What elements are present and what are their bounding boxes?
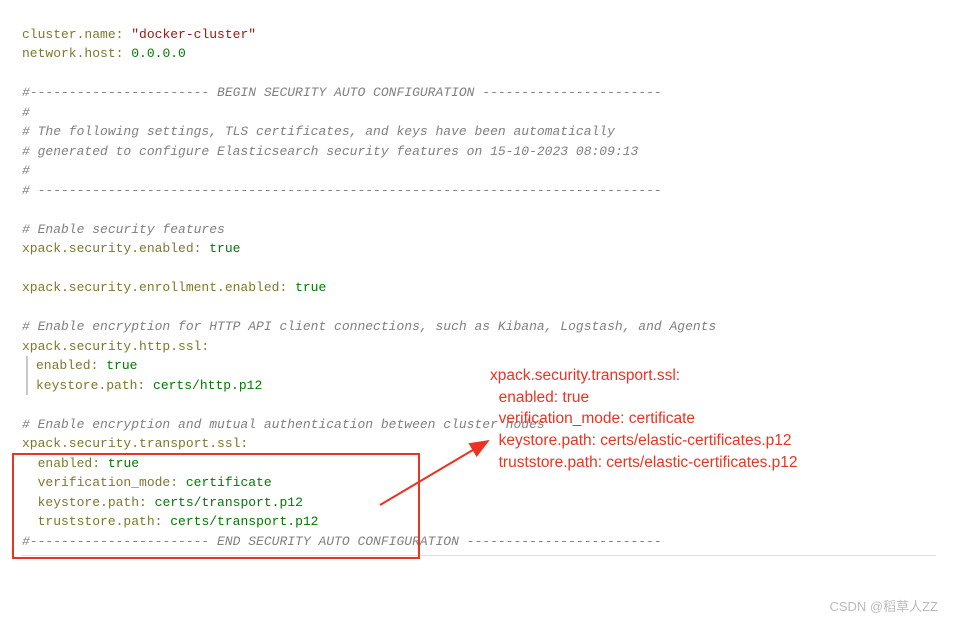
http-ssl-key: xpack.security.http.ssl: bbox=[22, 339, 209, 354]
http-keystore-key: keystore.path: bbox=[36, 378, 145, 393]
comment-desc1: # The following settings, TLS certificat… bbox=[22, 124, 615, 139]
sec-enabled-key: xpack.security.enabled: bbox=[22, 241, 201, 256]
http-keystore-val: certs/http.p12 bbox=[153, 378, 262, 393]
http-enabled-val: true bbox=[106, 358, 137, 373]
comment-hash: # bbox=[22, 105, 30, 120]
annot-l3: verification_mode: certificate bbox=[490, 410, 695, 427]
comment-dashes: # --------------------------------------… bbox=[22, 183, 662, 198]
transport-ssl-key: xpack.security.transport.ssl: bbox=[22, 436, 248, 451]
http-enabled-key: enabled: bbox=[36, 358, 98, 373]
divider bbox=[22, 555, 936, 556]
sec-enroll-key: xpack.security.enrollment.enabled: bbox=[22, 280, 287, 295]
watermark: CSDN @稻草人ZZ bbox=[829, 597, 938, 617]
transport-enabled-val: true bbox=[108, 456, 139, 471]
comment-begin: #----------------------- BEGIN SECURITY … bbox=[22, 85, 662, 100]
network-host-value: 0.0.0.0 bbox=[131, 46, 186, 61]
yaml-code-block: cluster.name: "docker-cluster" network.h… bbox=[22, 5, 936, 551]
http-ssl-block: enabled: true keystore.path: certs/http.… bbox=[26, 356, 936, 395]
transport-ts-key: truststore.path: bbox=[38, 514, 163, 529]
transport-vm-val: certificate bbox=[186, 475, 272, 490]
comment-desc2: # generated to configure Elasticsearch s… bbox=[22, 144, 638, 159]
transport-enabled-key: enabled: bbox=[38, 456, 100, 471]
cluster-name-value: "docker-cluster" bbox=[131, 27, 256, 42]
network-host-key: network.host: bbox=[22, 46, 123, 61]
annot-l1: xpack.security.transport.ssl: bbox=[490, 367, 680, 384]
annot-l5: truststore.path: certs/elastic-certifica… bbox=[490, 454, 798, 471]
comment-end: #----------------------- END SECURITY AU… bbox=[22, 534, 662, 549]
transport-vm-key: verification_mode: bbox=[38, 475, 178, 490]
comment-http: # Enable encryption for HTTP API client … bbox=[22, 319, 716, 334]
comment-enable-sec: # Enable security features bbox=[22, 222, 225, 237]
transport-ts-val: certs/transport.p12 bbox=[170, 514, 318, 529]
annotation-text: xpack.security.transport.ssl: enabled: t… bbox=[490, 365, 798, 473]
annot-l4: keystore.path: certs/elastic-certificate… bbox=[490, 432, 792, 449]
annot-l2: enabled: true bbox=[490, 389, 589, 406]
sec-enabled-val: true bbox=[209, 241, 240, 256]
transport-ks-val: certs/transport.p12 bbox=[155, 495, 303, 510]
comment-transport: # Enable encryption and mutual authentic… bbox=[22, 417, 545, 432]
cluster-name-key: cluster.name: bbox=[22, 27, 123, 42]
sec-enroll-val: true bbox=[295, 280, 326, 295]
transport-ks-key: keystore.path: bbox=[38, 495, 147, 510]
comment-hash2: # bbox=[22, 163, 30, 178]
